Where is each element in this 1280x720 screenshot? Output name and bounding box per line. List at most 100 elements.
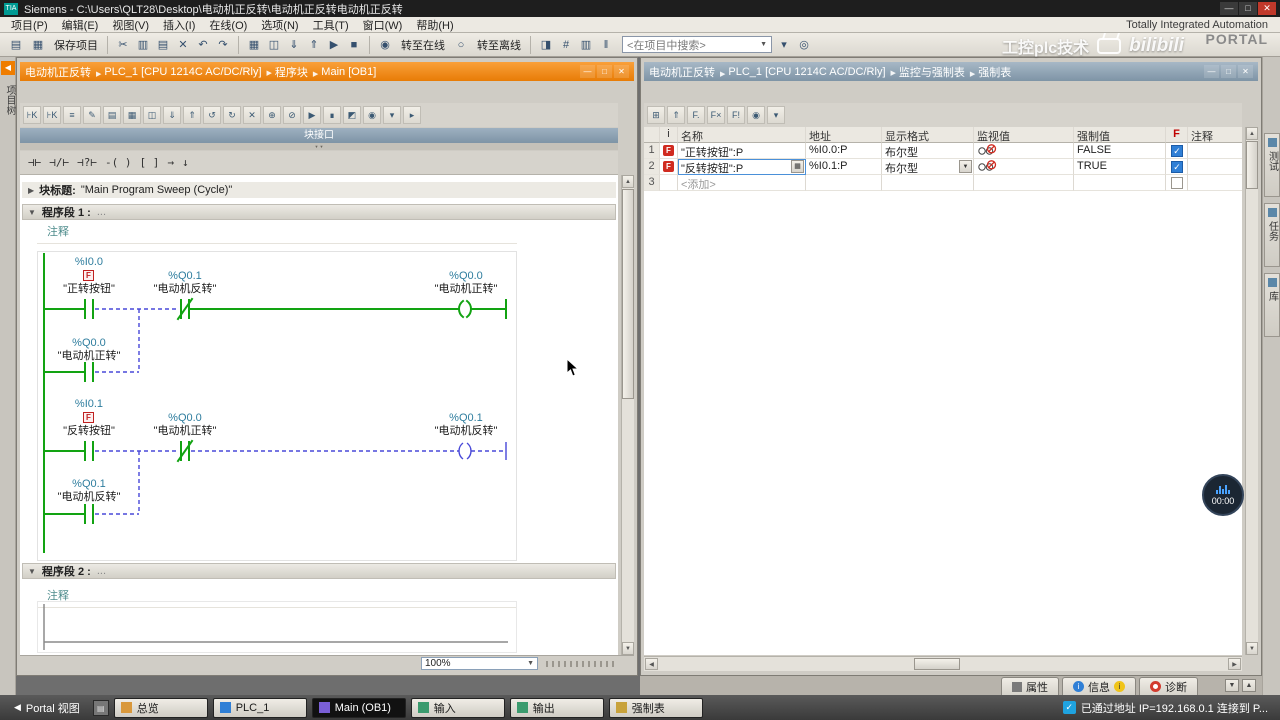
display-format-cell[interactable]: 布尔型 [882, 143, 974, 159]
chevron-down-icon[interactable]: ▼ [959, 160, 972, 173]
comment-cell[interactable] [1188, 159, 1242, 175]
column-header-i[interactable]: i [660, 127, 678, 143]
operand-name[interactable]: "反转按钮" [44, 425, 134, 437]
ladder-instruction-icon[interactable]: [ ] [140, 156, 160, 169]
monitor-value-cell[interactable] [974, 159, 1074, 175]
force-toolbar-icon[interactable]: F. [687, 106, 705, 124]
edit-toolbar-icon[interactable]: ▤ [153, 35, 173, 55]
chevron-down-icon[interactable]: ▼ [527, 660, 534, 667]
address-cell[interactable]: %I0.0:P [806, 143, 882, 159]
window-list-icon[interactable]: ▤ [92, 699, 109, 716]
tab-diagnostics[interactable]: 诊断 [1139, 677, 1198, 695]
go-online-button[interactable]: 转至在线 [397, 37, 449, 53]
scroll-left-icon[interactable]: ◀ [645, 658, 658, 670]
ladder-instruction-icon[interactable]: → [167, 156, 174, 169]
minimize-icon[interactable]: — [1220, 2, 1238, 15]
ladder-instruction-icon[interactable]: ⊣/⊢ [49, 156, 69, 169]
compile-download-icon[interactable]: ⇓ [284, 34, 304, 54]
menu-item[interactable]: 窗口(W) [356, 17, 410, 33]
new-project-icon[interactable]: ▤ [6, 35, 26, 55]
chevron-down-icon[interactable]: ▼ [760, 41, 767, 48]
taskbar-item-inputs[interactable]: 输入 [410, 697, 505, 718]
force-toolbar-icon[interactable]: ◉ [747, 106, 765, 124]
scroll-down-icon[interactable]: ▼ [622, 642, 634, 655]
ladder-instruction-icon[interactable]: ⊣?⊢ [77, 156, 97, 169]
breadcrumb-item[interactable]: 电动机正反转 [649, 64, 725, 80]
force-value-cell[interactable] [1074, 175, 1166, 191]
editor-toolbar-icon[interactable]: ⊦K [23, 106, 41, 124]
force-horizontal-scrollbar[interactable]: ◀ ▶ [644, 656, 1242, 671]
force-checkbox[interactable] [1171, 177, 1183, 189]
ladder-instruction-icon[interactable]: ⊣⊢ [28, 156, 41, 169]
menu-item[interactable]: 编辑(E) [55, 17, 106, 33]
view-toolbar-icon[interactable]: ▥ [576, 34, 596, 54]
scroll-right-icon[interactable]: ▶ [1228, 658, 1241, 670]
operand-address[interactable]: %I0.0 [44, 256, 134, 268]
edit-toolbar-icon[interactable]: ↶ [193, 35, 213, 55]
search-toolbar-icon[interactable]: ▾ [774, 35, 794, 55]
collapse-pane-icon[interactable]: ▲ [1242, 679, 1256, 692]
menu-item[interactable]: 插入(I) [156, 17, 202, 33]
float-icon[interactable]: □ [1221, 65, 1236, 78]
project-tree-label[interactable]: 项目树 [2, 85, 17, 115]
force-value-cell[interactable]: FALSE [1074, 143, 1166, 159]
edit-toolbar-icon[interactable]: ✕ [173, 35, 193, 55]
scrollbar-thumb[interactable] [914, 658, 960, 670]
editor-toolbar-icon[interactable]: ◫ [143, 106, 161, 124]
editor-vertical-scrollbar[interactable]: ▲ ▼ [621, 175, 634, 655]
breadcrumb-item[interactable]: PLC_1 [CPU 1214C AC/DC/Rly] [728, 66, 896, 78]
operand-address[interactable]: %Q0.0 [421, 270, 511, 282]
column-header-f[interactable]: F [1166, 127, 1188, 143]
address-cell[interactable] [806, 175, 882, 191]
close-icon[interactable]: ✕ [614, 65, 629, 78]
editor-toolbar-icon[interactable]: ▾ [383, 106, 401, 124]
network-1-bar[interactable]: ▼ 程序段 1 : ... [22, 204, 616, 220]
force-toolbar-icon[interactable]: F× [707, 106, 725, 124]
search-input[interactable]: <在项目中搜索> ▼ [622, 36, 772, 53]
collapse-icon[interactable]: ▼ [28, 567, 36, 576]
tab-testing[interactable]: 测试 [1264, 133, 1280, 197]
editor-toolbar-icon[interactable]: ≡ [63, 106, 81, 124]
operand-name[interactable]: "电动机反转" [140, 283, 230, 295]
force-toolbar-icon[interactable]: ⊞ [647, 106, 665, 124]
operand-name[interactable]: "电动机反转" [44, 491, 134, 503]
editor-toolbar-icon[interactable]: ⇓ [163, 106, 181, 124]
edit-toolbar-icon[interactable]: ✂ [113, 35, 133, 55]
collapse-icon[interactable]: ▼ [28, 208, 36, 217]
address-cell[interactable]: %I0.1:P [806, 159, 882, 175]
save-project-button[interactable]: 保存项目 [50, 37, 102, 53]
operand-name[interactable]: "正转按钮" [44, 283, 134, 295]
force-value-cell[interactable]: TRUE [1074, 159, 1166, 175]
force-toolbar-icon[interactable]: F! [727, 106, 745, 124]
compile-download-icon[interactable]: ▦ [244, 34, 264, 54]
taskbar-item-outputs[interactable]: 输出 [509, 697, 604, 718]
editor-toolbar-icon[interactable]: ▤ [103, 106, 121, 124]
go-offline-button[interactable]: 转至离线 [473, 37, 525, 53]
go-offline-icon[interactable]: ○ [451, 35, 471, 55]
save-icon[interactable]: ▦ [28, 35, 48, 55]
row-number[interactable]: 3 [644, 175, 660, 191]
comment-cell[interactable] [1188, 143, 1242, 159]
tag-name-cell[interactable]: "反转按钮":P ▦ [678, 159, 806, 175]
minimize-icon[interactable]: — [1204, 65, 1219, 78]
force-checkbox[interactable]: ✓ [1171, 145, 1183, 157]
compile-download-icon[interactable]: ■ [344, 35, 364, 55]
operand-name[interactable]: "电动机正转" [44, 350, 134, 362]
menu-item[interactable]: 选项(N) [254, 17, 305, 33]
editor-toolbar-icon[interactable]: ↻ [223, 106, 241, 124]
display-format-cell[interactable] [882, 175, 974, 191]
row-number[interactable]: 2 [644, 159, 660, 175]
video-player-button[interactable]: 00:00 [1202, 474, 1244, 516]
float-icon[interactable]: □ [597, 65, 612, 78]
menu-item[interactable]: 工具(T) [306, 17, 356, 33]
operand-name[interactable]: "电动机正转" [421, 283, 511, 295]
tag-picker-icon[interactable]: ▦ [791, 160, 804, 173]
operand-address[interactable]: %Q0.0 [44, 337, 134, 349]
operand-address[interactable]: %Q0.0 [140, 412, 230, 424]
tab-info[interactable]: i 信息 i [1062, 677, 1136, 695]
go-online-icon[interactable]: ◉ [375, 35, 395, 55]
column-header-comment[interactable]: 注释 [1188, 127, 1242, 143]
breadcrumb-item[interactable]: 程序块 [275, 64, 318, 80]
force-vertical-scrollbar[interactable]: ▲ ▼ [1245, 127, 1258, 655]
expand-project-tree-icon[interactable]: ◀ [1, 61, 15, 75]
